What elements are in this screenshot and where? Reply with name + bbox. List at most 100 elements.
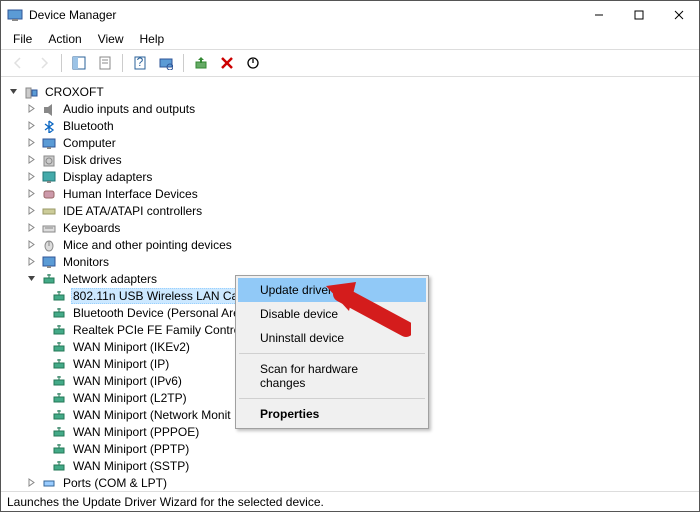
- tree-device[interactable]: WAN Miniport (SSTP): [7, 457, 693, 474]
- tree-category[interactable]: IDE ATA/ATAPI controllers: [7, 202, 693, 219]
- tree-category[interactable]: Human Interface Devices: [7, 185, 693, 202]
- update-driver-button[interactable]: [190, 52, 212, 74]
- chevron-right-icon[interactable]: [25, 222, 37, 234]
- close-button[interactable]: [659, 1, 699, 29]
- chevron-right-icon[interactable]: [25, 171, 37, 183]
- tree-device-label: WAN Miniport (SSTP): [71, 459, 191, 473]
- chevron-down-icon[interactable]: [25, 273, 37, 285]
- chevron-right-icon[interactable]: [25, 205, 37, 217]
- bluetooth-icon: [41, 118, 57, 134]
- tree-category[interactable]: Bluetooth: [7, 117, 693, 134]
- tree-device-label: Bluetooth Device (Personal Are: [71, 306, 242, 320]
- context-menu-item[interactable]: Uninstall device: [238, 326, 426, 350]
- hid-icon: [41, 186, 57, 202]
- speaker-icon: [41, 101, 57, 117]
- tree-device-label: WAN Miniport (IPv6): [71, 374, 184, 388]
- context-menu-separator: [239, 353, 425, 354]
- tree-category-label: Disk drives: [61, 153, 124, 167]
- mouse-icon: [41, 237, 57, 253]
- chevron-right-icon[interactable]: [25, 188, 37, 200]
- menu-help[interactable]: Help: [132, 30, 173, 48]
- chevron-right-icon[interactable]: [25, 103, 37, 115]
- tree-device[interactable]: WAN Miniport (PPTP): [7, 440, 693, 457]
- menu-view[interactable]: View: [90, 30, 132, 48]
- window-title: Device Manager: [29, 8, 579, 22]
- chevron-right-icon[interactable]: [25, 256, 37, 268]
- port-icon: [41, 475, 57, 491]
- net-icon: [51, 424, 67, 440]
- uninstall-button[interactable]: [216, 52, 238, 74]
- menu-action[interactable]: Action: [40, 30, 89, 48]
- tree-device-label: WAN Miniport (IP): [71, 357, 171, 371]
- net-icon: [51, 339, 67, 355]
- minimize-button[interactable]: [579, 1, 619, 29]
- tree-root[interactable]: CROXOFT: [7, 83, 693, 100]
- tree-device-label: WAN Miniport (Network Monit: [71, 408, 233, 422]
- tree-category[interactable]: Computer: [7, 134, 693, 151]
- context-menu-item[interactable]: Disable device: [238, 302, 426, 326]
- chevron-down-icon[interactable]: [7, 86, 19, 98]
- chevron-right-icon[interactable]: [25, 120, 37, 132]
- tree-category[interactable]: Disk drives: [7, 151, 693, 168]
- net-icon: [51, 288, 67, 304]
- ide-icon: [41, 203, 57, 219]
- forward-button[interactable]: [33, 52, 55, 74]
- context-menu-item[interactable]: Properties: [238, 402, 426, 426]
- tree-category[interactable]: Ports (COM & LPT): [7, 474, 693, 491]
- tree-device-label: WAN Miniport (L2TP): [71, 391, 189, 405]
- net-icon: [51, 305, 67, 321]
- chevron-right-icon[interactable]: [25, 154, 37, 166]
- tree-category-label: Display adapters: [61, 170, 154, 184]
- scan-hardware-button[interactable]: [155, 52, 177, 74]
- tree-device-label: WAN Miniport (PPPOE): [71, 425, 201, 439]
- toolbar-separator: [61, 54, 62, 72]
- net-icon: [51, 356, 67, 372]
- context-menu: Update driverDisable deviceUninstall dev…: [235, 275, 429, 429]
- tree-device-label: WAN Miniport (IKEv2): [71, 340, 192, 354]
- tree-root-label: CROXOFT: [43, 85, 106, 99]
- tree-category-label: Bluetooth: [61, 119, 116, 133]
- tree-category-label: Network adapters: [61, 272, 159, 286]
- statusbar-text: Launches the Update Driver Wizard for th…: [7, 495, 324, 509]
- tree-category-label: Computer: [61, 136, 118, 150]
- tree-category[interactable]: Audio inputs and outputs: [7, 100, 693, 117]
- menu-file[interactable]: File: [5, 30, 40, 48]
- show-hide-tree-button[interactable]: [68, 52, 90, 74]
- toolbar-separator: [122, 54, 123, 72]
- disable-button[interactable]: [242, 52, 264, 74]
- tree-category[interactable]: Keyboards: [7, 219, 693, 236]
- tree-category[interactable]: Mice and other pointing devices: [7, 236, 693, 253]
- tree-category-label: Keyboards: [61, 221, 122, 235]
- net-icon: [51, 407, 67, 423]
- tree-category-label: Mice and other pointing devices: [61, 238, 234, 252]
- context-menu-item[interactable]: Update driver: [238, 278, 426, 302]
- chevron-right-icon[interactable]: [25, 477, 37, 489]
- toolbar-separator: [183, 54, 184, 72]
- svg-text:?: ?: [137, 56, 144, 69]
- disk-icon: [41, 152, 57, 168]
- net-icon: [51, 441, 67, 457]
- context-menu-separator: [239, 398, 425, 399]
- tree-device-label: 802.11n USB Wireless LAN Card: [71, 288, 251, 304]
- maximize-button[interactable]: [619, 1, 659, 29]
- tree-category-label: IDE ATA/ATAPI controllers: [61, 204, 204, 218]
- net-icon: [51, 373, 67, 389]
- window-controls: [579, 1, 699, 29]
- tree-category-label: Audio inputs and outputs: [61, 102, 197, 116]
- chevron-right-icon[interactable]: [25, 137, 37, 149]
- app-icon: [7, 7, 23, 23]
- tree-category[interactable]: Monitors: [7, 253, 693, 270]
- tree-category[interactable]: Display adapters: [7, 168, 693, 185]
- net-icon: [41, 271, 57, 287]
- help-button[interactable]: ?: [129, 52, 151, 74]
- properties-button[interactable]: [94, 52, 116, 74]
- context-menu-item[interactable]: Scan for hardware changes: [238, 357, 426, 395]
- chevron-right-icon[interactable]: [25, 239, 37, 251]
- monitor-icon: [41, 254, 57, 270]
- keyboard-icon: [41, 220, 57, 236]
- toolbar: ?: [1, 49, 699, 77]
- tree-device-label: Realtek PCIe FE Family Controll: [71, 323, 248, 337]
- tree-category-label: Human Interface Devices: [61, 187, 200, 201]
- net-icon: [51, 458, 67, 474]
- back-button[interactable]: [7, 52, 29, 74]
